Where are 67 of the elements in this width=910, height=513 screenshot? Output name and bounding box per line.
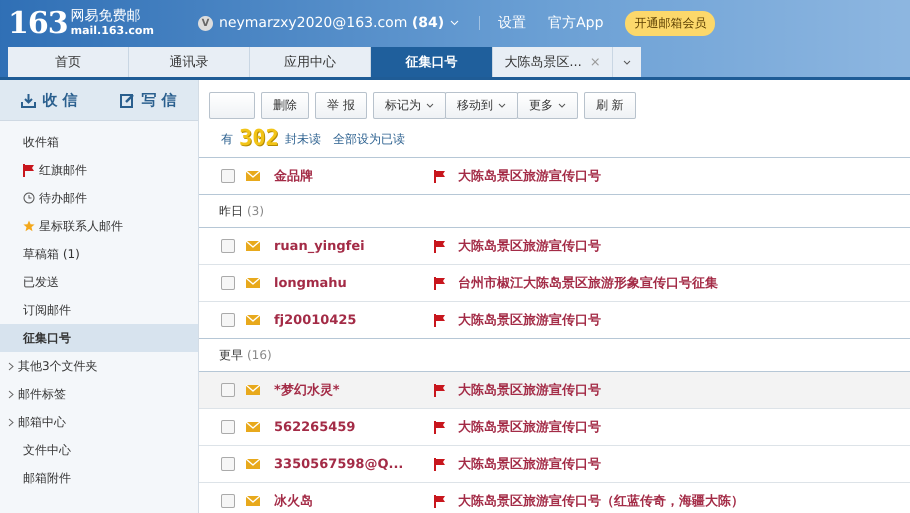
dropdown-button[interactable]: 移动到 — [444, 92, 518, 119]
mark-all-read-link[interactable]: 全部设为已读 — [332, 130, 405, 148]
envelope-icon — [246, 496, 260, 506]
vip-button[interactable]: 开通邮箱会员 — [625, 10, 716, 36]
chevron-icon — [8, 390, 14, 398]
mail-row[interactable]: *梦幻水灵* 大陈岛景区旅游宣传口号 — [199, 371, 910, 408]
checkbox[interactable] — [221, 313, 235, 327]
logo-domain: mail.163.com — [70, 24, 154, 37]
dropdown-button[interactable]: 更多 — [516, 92, 578, 119]
caret-icon — [623, 60, 631, 64]
folder-item[interactable]: 订阅邮件 — [0, 296, 198, 324]
chevron-icon — [8, 418, 14, 426]
folder-item[interactable]: 邮箱中心 — [0, 408, 198, 436]
toolbar-button[interactable]: 删除 — [261, 92, 309, 119]
clock-icon — [23, 192, 35, 204]
caret-icon — [426, 103, 434, 108]
compose-button[interactable]: 写 信 — [99, 80, 198, 120]
checkbox[interactable] — [221, 169, 235, 183]
logo-name: 网易免费邮 — [70, 9, 142, 25]
download-icon — [21, 92, 36, 108]
folder-item[interactable]: 收件箱 — [0, 128, 198, 156]
star-icon — [23, 220, 35, 232]
folder-item[interactable]: 红旗邮件 — [0, 156, 198, 184]
account-email[interactable]: neymarzxy2020@163.com (84) — [219, 15, 444, 32]
toolbar-button[interactable] — [209, 92, 255, 119]
unread-count: 302 — [239, 128, 279, 150]
envelope-icon — [246, 422, 260, 432]
unread-suffix[interactable]: 封未读 — [284, 130, 321, 148]
folder-item[interactable]: 待办邮件 — [0, 184, 198, 212]
chevron-icon — [8, 362, 14, 370]
dropdown-button[interactable]: 标记为 — [372, 92, 446, 119]
folder-item[interactable]: 星标联系人邮件 — [0, 212, 198, 240]
envelope-icon — [246, 278, 260, 288]
envelope-icon — [246, 459, 260, 469]
toolbar-button[interactable]: 刷 新 — [584, 92, 636, 119]
checkbox[interactable] — [221, 457, 235, 471]
envelope-icon — [246, 315, 260, 325]
checkbox[interactable] — [221, 383, 235, 397]
tab[interactable]: 通讯录 — [129, 47, 250, 77]
folder-item[interactable]: 征集口号 — [0, 324, 198, 352]
folder-item[interactable]: 文件中心 — [0, 436, 198, 464]
logo-number: 163 — [8, 6, 68, 41]
tab[interactable]: 应用中心 — [250, 47, 371, 77]
folder-item[interactable]: 已发送 — [0, 268, 198, 296]
checkbox[interactable] — [221, 420, 235, 434]
edit-icon — [120, 92, 136, 108]
folder-item[interactable]: 其他3个文件夹 — [0, 352, 198, 380]
unread-prefix: 有 — [221, 130, 233, 148]
checkbox[interactable] — [221, 494, 235, 508]
folder-item[interactable]: 邮件标签 — [0, 380, 198, 408]
folder-item[interactable]: 草稿箱 (1) — [0, 240, 198, 268]
caret-icon — [558, 103, 566, 108]
caret-icon[interactable] — [450, 20, 460, 26]
receive-button[interactable]: 收 信 — [0, 80, 99, 120]
caret-icon — [498, 103, 506, 108]
tab[interactable]: 首页 — [8, 47, 129, 77]
checkbox[interactable] — [221, 276, 235, 290]
tab[interactable]: 征集口号 — [371, 47, 493, 77]
tab[interactable]: 大陈岛景区... × — [493, 47, 613, 77]
account-badge: V — [198, 16, 213, 31]
folder-item[interactable]: 邮箱附件 — [0, 464, 198, 492]
envelope-icon — [246, 171, 260, 181]
toolbar-button[interactable]: 举 报 — [315, 92, 367, 119]
envelope-icon — [246, 385, 260, 395]
flag-icon — [23, 164, 35, 176]
envelope-icon — [246, 241, 260, 251]
checkbox[interactable] — [221, 239, 235, 253]
